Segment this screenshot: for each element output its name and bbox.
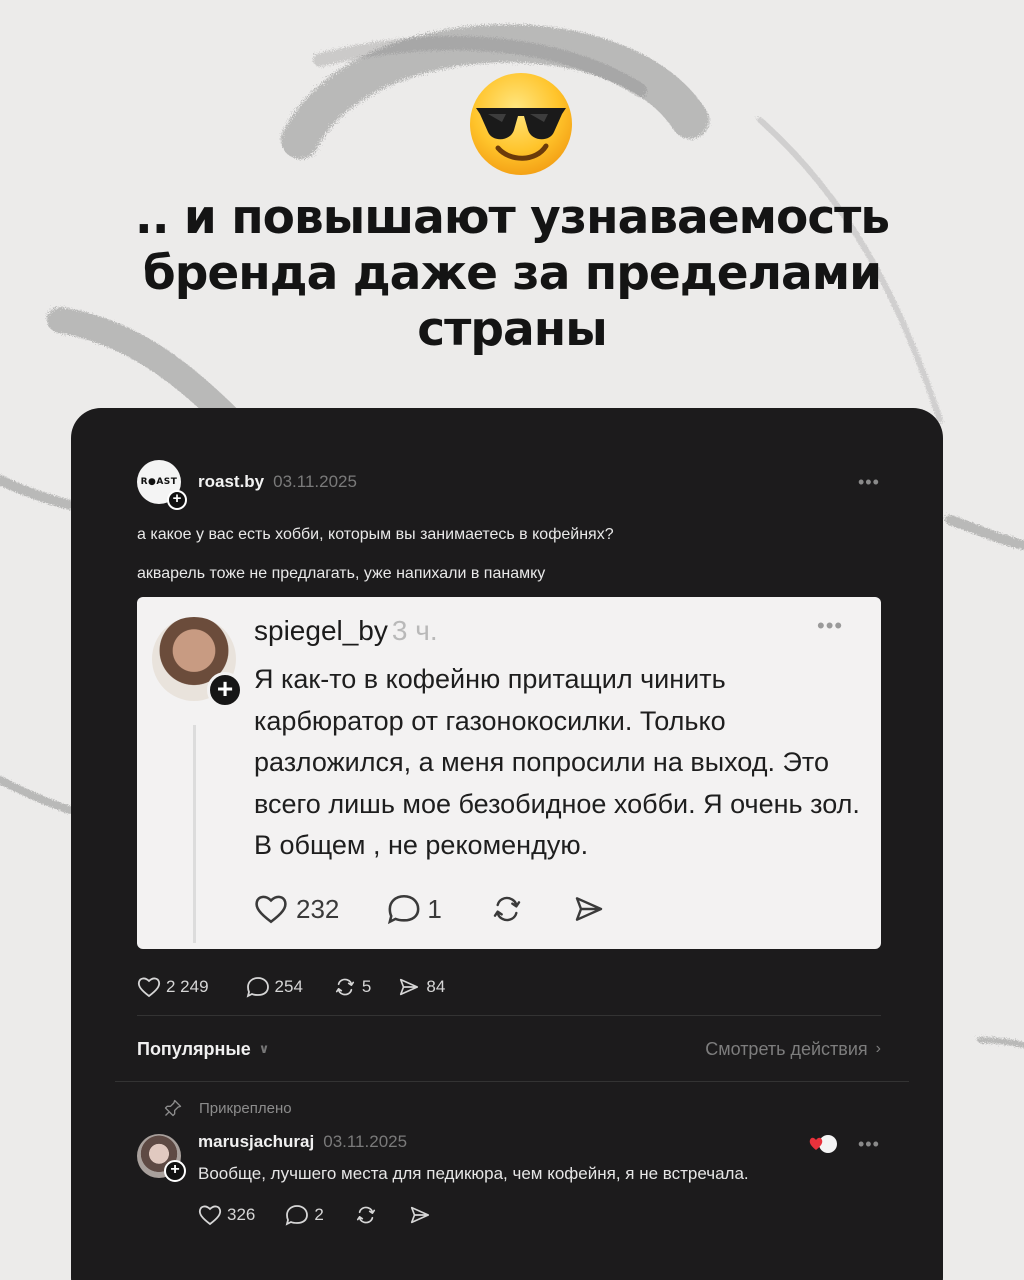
comment-reply-button[interactable]: 2: [285, 1204, 324, 1226]
quote-text: Я как-то в кофейню притащил чинить карбю…: [254, 664, 860, 860]
quote-like-button[interactable]: 232: [254, 893, 339, 925]
chevron-down-icon: ∨: [258, 1041, 270, 1056]
quote-repost-button[interactable]: [490, 893, 524, 925]
view-activity-label: Смотреть действия: [705, 1038, 868, 1059]
view-activity-link[interactable]: Смотреть действия ›: [705, 1039, 881, 1060]
roast-logo: R●AST: [140, 477, 178, 487]
thread-line: [193, 725, 196, 943]
comment-like-button[interactable]: 326: [198, 1204, 255, 1226]
like-button[interactable]: 2 249: [137, 976, 209, 998]
headline-line-1: .. и повышают узнаваемость: [134, 190, 890, 245]
quote-username[interactable]: spiegel_by: [254, 615, 388, 646]
headline: .. и повышают узнаваемость бренда даже з…: [0, 190, 1024, 358]
pinned-row: Прикреплено: [163, 1098, 292, 1118]
quote-reply-count: 1: [427, 893, 442, 924]
repost-icon: [356, 1206, 375, 1224]
comment-icon: [246, 977, 269, 998]
headline-line-3: страны: [417, 302, 607, 357]
quote-like-count: 232: [296, 893, 340, 924]
comment-repost-button[interactable]: [354, 1204, 378, 1226]
comment-text: Вообще, лучшего места для педикюра, чем …: [198, 1164, 749, 1183]
post-more-icon[interactable]: •••: [858, 472, 880, 493]
comment-like-count: 326: [227, 1205, 256, 1224]
quote-more-icon[interactable]: •••: [817, 613, 843, 639]
post-header: R●AST + roast.by 03.11.2025: [137, 460, 357, 510]
reply-count: 254: [274, 977, 303, 996]
repost-icon: [493, 896, 521, 922]
comment-follow-plus-icon[interactable]: +: [164, 1160, 186, 1182]
heart-icon: [198, 1205, 222, 1226]
comment-more-icon[interactable]: •••: [858, 1134, 880, 1155]
comment-actions: 326 2: [198, 1204, 432, 1226]
comment-share-button[interactable]: [408, 1204, 432, 1226]
send-icon: [575, 897, 603, 921]
quote-reply-button[interactable]: 1: [387, 893, 442, 925]
post-card: R●AST + roast.by 03.11.2025 ••• а какое …: [71, 408, 943, 1280]
post-username[interactable]: roast.by: [198, 472, 264, 492]
sort-row: Популярные ∨ Смотреть действия ›: [137, 1034, 881, 1064]
share-button[interactable]: 84: [397, 976, 445, 998]
chevron-right-icon: ›: [875, 1040, 881, 1057]
reply-button[interactable]: 254: [246, 976, 303, 998]
quote-follow-plus-icon[interactable]: +: [207, 672, 243, 708]
headline-line-2: бренда даже за пределами: [142, 246, 882, 301]
comment-icon: [388, 894, 420, 925]
post-stats: 2 249 254 5 84: [137, 974, 445, 1000]
comment-reply-count: 2: [314, 1205, 324, 1224]
sort-label: Популярные: [137, 1038, 251, 1059]
quote-time: 3 ч.: [391, 615, 438, 646]
comment-username[interactable]: marusjachuraj: [198, 1132, 314, 1152]
repost-button[interactable]: 5: [333, 976, 371, 998]
comment-date: 03.11.2025: [323, 1132, 408, 1151]
send-icon: [400, 978, 419, 996]
post-text-line-1: а какое у вас есть хобби, которым вы зан…: [137, 526, 614, 543]
comment-icon: [286, 1205, 309, 1226]
like-count: 2 249: [166, 977, 209, 996]
author-liked-icon: [809, 1135, 837, 1153]
pin-icon: [164, 1099, 182, 1117]
quote-share-button[interactable]: [572, 893, 606, 925]
sunglasses-emoji-icon: [466, 70, 576, 178]
share-count: 84: [426, 977, 446, 996]
send-icon: [410, 1206, 429, 1224]
quote-header: spiegel_by 3 ч.: [254, 615, 438, 647]
quote-actions: 232 1: [254, 889, 606, 929]
divider: [137, 1015, 881, 1016]
follow-plus-icon[interactable]: +: [167, 490, 187, 510]
divider: [115, 1081, 909, 1082]
comment-header: marusjachuraj 03.11.2025: [198, 1132, 407, 1152]
repost-icon: [335, 978, 354, 996]
pinned-label: Прикреплено: [199, 1099, 292, 1117]
post-date: 03.11.2025: [273, 472, 357, 491]
quoted-post: + spiegel_by 3 ч. ••• Я как-то в кофейню …: [137, 597, 881, 949]
heart-icon: [255, 895, 287, 924]
author-avatar[interactable]: R●AST +: [137, 460, 187, 510]
post-text-line-2: акварель тоже не предлагать, уже напихал…: [137, 565, 546, 582]
sort-dropdown[interactable]: Популярные ∨: [137, 1039, 269, 1060]
repost-count: 5: [361, 977, 372, 996]
heart-icon: [137, 977, 161, 998]
